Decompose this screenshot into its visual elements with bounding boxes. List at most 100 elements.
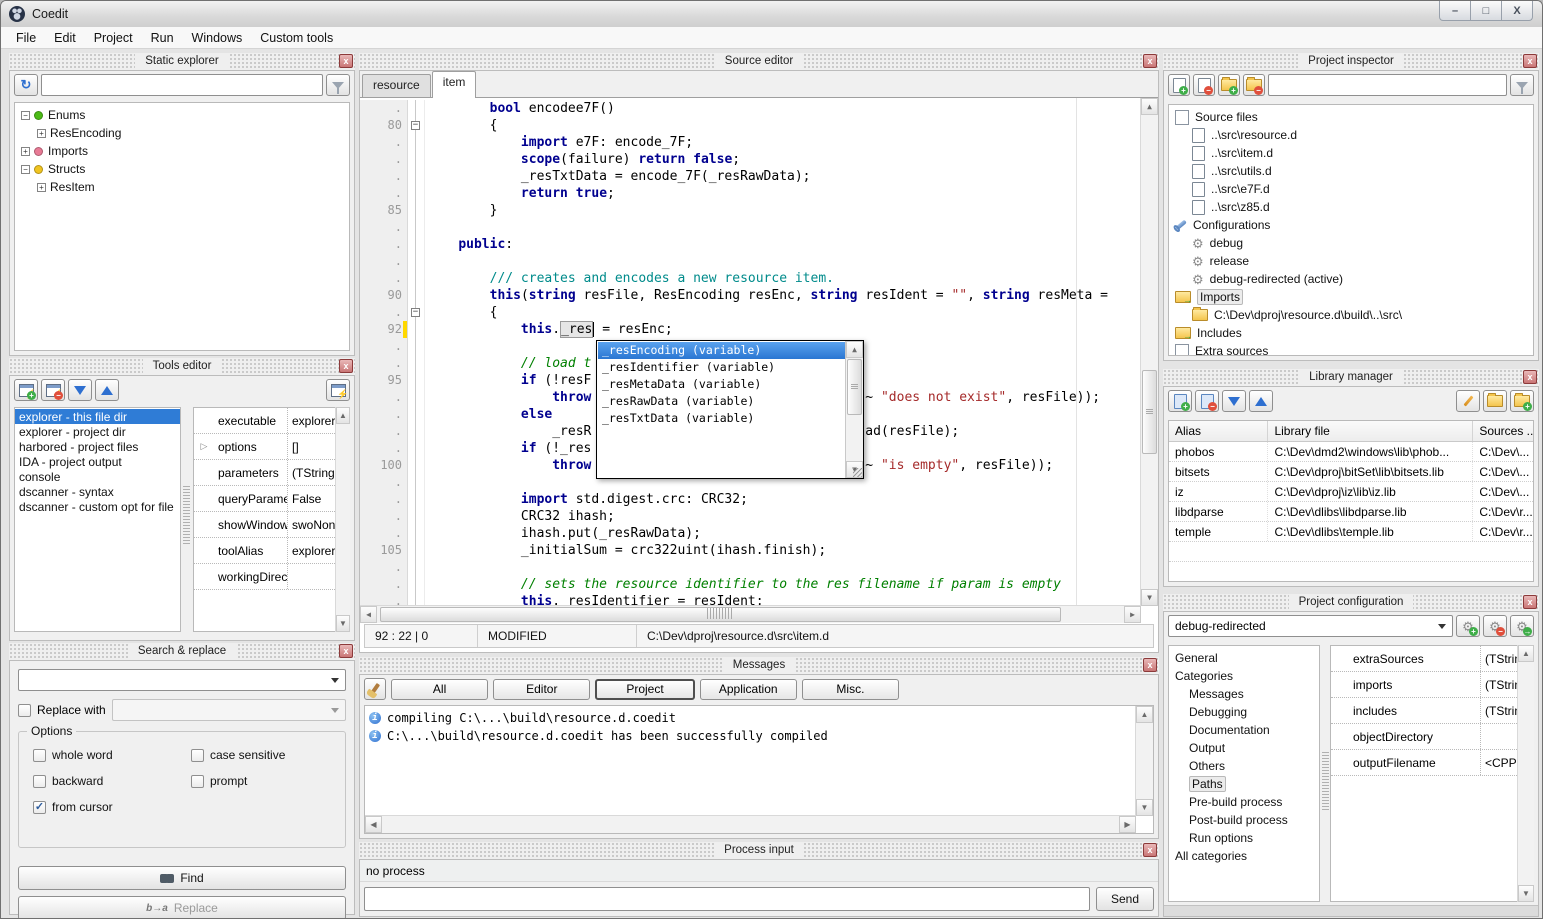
messages-vscrollbar[interactable]: ▲ ▼	[1135, 706, 1153, 816]
tool-property-row[interactable]: workingDirectory	[194, 564, 335, 590]
config-category[interactable]: Paths	[1169, 775, 1319, 793]
completion-item[interactable]: _resEncoding (variable)	[598, 342, 845, 359]
completion-item[interactable]: _resMetaData (variable)	[598, 376, 845, 393]
scroll-up-icon[interactable]: ▲	[1136, 706, 1153, 723]
symbol-tree-item[interactable]: −Structs	[15, 160, 349, 178]
sync-configuration-button[interactable]: ⚙→	[1510, 615, 1534, 637]
library-column-header[interactable]: Alias	[1169, 421, 1268, 441]
config-category[interactable]: Run options	[1169, 829, 1319, 847]
search-option[interactable]: prompt	[191, 774, 345, 788]
checked-checkbox[interactable]: ✓	[33, 801, 46, 814]
move-up-button[interactable]	[1249, 390, 1273, 412]
move-down-button[interactable]	[1222, 390, 1246, 412]
config-bottom-scrollbar[interactable]	[1164, 905, 1538, 916]
filter-misc[interactable]: Misc.	[802, 679, 899, 700]
completion-item[interactable]: _resTxtData (variable)	[598, 410, 845, 427]
code-area[interactable]: . bool encodee7F()80− {. import e7F: enc…	[360, 98, 1158, 623]
search-option[interactable]: case sensitive	[191, 748, 345, 762]
remove-folder-button[interactable]: −	[1243, 74, 1265, 96]
tools-list-item[interactable]: dscanner - custom opt for file	[15, 499, 180, 514]
scroll-left-icon[interactable]: ◀	[365, 816, 382, 833]
expand-icon[interactable]: +	[37, 129, 46, 138]
unchecked-checkbox[interactable]	[191, 749, 204, 762]
config-category[interactable]: All categories	[1169, 847, 1319, 865]
library-from-project-button[interactable]: +	[1510, 390, 1534, 412]
vscroll-thumb[interactable]	[1142, 370, 1157, 454]
close-panel-icon[interactable]: x	[339, 54, 353, 68]
symbol-tree-item[interactable]: +ResItem	[15, 178, 349, 196]
config-category[interactable]: Post-build process	[1169, 811, 1319, 829]
scroll-right-icon[interactable]: ▶	[1119, 816, 1136, 833]
scroll-down-icon[interactable]: ▼	[1136, 799, 1153, 816]
scroll-up-icon[interactable]: ▲	[1141, 98, 1158, 115]
library-from-folder-button[interactable]	[1483, 390, 1507, 412]
source-editor-header[interactable]: Source editor x	[359, 53, 1159, 70]
property-value[interactable]: (TStringList)	[1481, 704, 1517, 718]
config-category[interactable]: Categories	[1169, 667, 1319, 685]
completion-item[interactable]: _resIdentifier (variable)	[598, 359, 845, 376]
unchecked-checkbox[interactable]	[191, 775, 204, 788]
replace-button[interactable]: b→a Replace	[18, 896, 346, 919]
tools-editor-header[interactable]: Tools editor x	[9, 358, 355, 375]
search-option[interactable]: backward	[33, 774, 187, 788]
maximize-button[interactable]: □	[1471, 1, 1502, 21]
property-value[interactable]: (TStringList)	[1481, 652, 1517, 666]
search-option[interactable]: whole word	[33, 748, 187, 762]
tool-property-row[interactable]: parameters(TStringList)	[194, 460, 335, 486]
property-value[interactable]: (TStringList)	[288, 466, 335, 480]
collapse-icon[interactable]: −	[21, 111, 30, 120]
menu-project[interactable]: Project	[85, 29, 142, 47]
config-property-row[interactable]: objectDirectory	[1331, 724, 1517, 750]
project-configuration-header[interactable]: Project configuration x	[1163, 594, 1539, 611]
tool-property-row[interactable]: showWindowsswoNone	[194, 512, 335, 538]
tools-list-item[interactable]: explorer - this file dir	[15, 409, 180, 424]
editor-hscrollbar[interactable]: ◀ ▶	[360, 605, 1141, 623]
project-tree-item[interactable]: Configurations	[1169, 216, 1533, 234]
messages-list[interactable]: icompiling C:\...\build\resource.d.coedi…	[365, 709, 1136, 745]
configuration-combo[interactable]: debug-redirected	[1168, 615, 1453, 637]
project-tree-item[interactable]: Includes	[1169, 324, 1533, 342]
collapse-icon[interactable]: −	[21, 165, 30, 174]
project-inspector-header[interactable]: Project inspector x	[1163, 53, 1539, 70]
editor-vscrollbar[interactable]: ▲ ▼	[1140, 98, 1158, 606]
close-panel-icon[interactable]: x	[1143, 843, 1157, 857]
menu-custom-tools[interactable]: Custom tools	[251, 29, 342, 47]
static-explorer-header[interactable]: Static explorer x	[9, 53, 355, 70]
library-manager-header[interactable]: Library manager x	[1163, 369, 1539, 386]
expand-icon[interactable]: +	[37, 183, 46, 192]
tools-list-item[interactable]: console	[15, 469, 180, 484]
popup-scrollbar[interactable]: ▲ ▼	[845, 341, 863, 478]
refresh-button[interactable]: ↻	[14, 74, 38, 96]
search-term-combo[interactable]	[18, 669, 346, 691]
project-tree-item[interactable]: ..\src\utils.d	[1169, 162, 1533, 180]
edit-library-button[interactable]	[1456, 390, 1480, 412]
project-tree-item[interactable]: Source files	[1169, 108, 1533, 126]
symbol-tree-item[interactable]: +ResEncoding	[15, 124, 349, 142]
unchecked-checkbox[interactable]	[33, 749, 46, 762]
library-table-header[interactable]: AliasLibrary fileSources ...	[1169, 421, 1533, 442]
completion-item[interactable]: _resRawData (variable)	[598, 393, 845, 410]
clear-filter-button[interactable]	[1510, 74, 1534, 96]
project-tree-item[interactable]: ..\src\z85.d	[1169, 198, 1533, 216]
add-configuration-button[interactable]: ⚙+	[1456, 615, 1480, 637]
tool-property-row[interactable]: ▷options[]	[194, 434, 335, 460]
messages-header[interactable]: Messages x	[359, 657, 1159, 674]
config-category[interactable]: General	[1169, 649, 1319, 667]
property-value[interactable]: <CPP>..\	[1481, 756, 1517, 770]
filter-editor[interactable]: Editor	[493, 679, 590, 700]
process-input-field[interactable]	[364, 887, 1090, 911]
close-panel-icon[interactable]: x	[1523, 370, 1537, 384]
menu-edit[interactable]: Edit	[45, 29, 85, 47]
project-tree-item[interactable]: ..\src\e7F.d	[1169, 180, 1533, 198]
scroll-left-icon[interactable]: ◀	[360, 606, 377, 623]
tab-resource[interactable]: resource	[362, 74, 431, 97]
menu-windows[interactable]: Windows	[183, 29, 252, 47]
config-property-row[interactable]: imports(TStringList)	[1331, 672, 1517, 698]
send-button[interactable]: Send	[1096, 887, 1154, 911]
scroll-up-icon[interactable]: ▲	[1518, 645, 1534, 662]
menu-run[interactable]: Run	[142, 29, 183, 47]
close-panel-icon[interactable]: x	[1143, 658, 1157, 672]
property-value[interactable]: False	[288, 492, 335, 506]
add-library-button[interactable]: +	[1168, 390, 1192, 412]
process-input-header[interactable]: Process input x	[359, 842, 1159, 859]
